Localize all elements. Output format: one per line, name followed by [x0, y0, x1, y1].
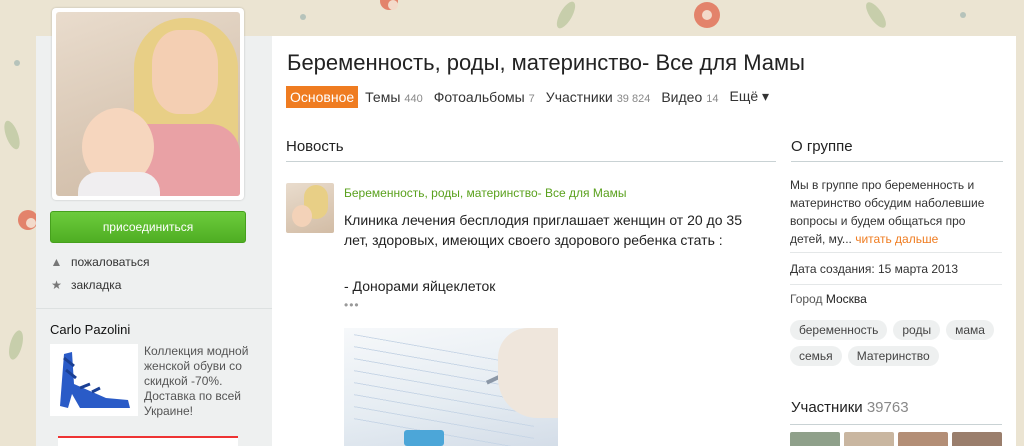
members-count: 39763	[866, 399, 909, 416]
tab-label: Участники	[545, 88, 613, 105]
member-avatar[interactable]	[952, 432, 1002, 446]
sidebar-divider	[36, 308, 272, 309]
tab-main[interactable]: Основное	[286, 85, 359, 108]
bookmark-label: закладка	[71, 278, 122, 292]
city-value[interactable]: Москва	[826, 292, 867, 306]
member-avatar[interactable]	[844, 432, 894, 446]
city-info: Город Москва	[790, 292, 867, 306]
avatar-photo	[56, 12, 240, 196]
post-author-link[interactable]: Беременность, роды, материнство- Все для…	[344, 186, 627, 200]
post-text-line[interactable]: - Донорами яйцеклеток	[344, 278, 495, 294]
members-title[interactable]: Участники 39763	[791, 399, 909, 416]
member-avatar[interactable]	[898, 432, 948, 446]
feed-section-title: Новость	[286, 138, 776, 162]
tab-video[interactable]: Видео 14	[657, 86, 722, 108]
join-button[interactable]: присоединиться	[50, 211, 246, 243]
member-avatars	[790, 432, 1002, 446]
warning-icon: ▲	[50, 255, 63, 269]
tab-count: 14	[706, 92, 719, 105]
post-author-avatar[interactable]	[286, 183, 334, 233]
member-avatar[interactable]	[790, 432, 840, 446]
tab-label: Видео	[661, 88, 703, 105]
dot-decoration	[300, 14, 306, 20]
tab-count: 39 824	[616, 92, 651, 105]
leaf-decoration	[553, 0, 579, 31]
city-label: Город	[790, 292, 823, 306]
leaf-decoration	[1, 118, 23, 152]
tab-label: Ещё ▾	[729, 88, 770, 104]
tab-topics[interactable]: Темы 440	[361, 86, 427, 108]
flower-decoration	[18, 210, 38, 230]
bookmark-link[interactable]: ★ закладка	[50, 278, 121, 292]
tag[interactable]: беременность	[790, 320, 888, 340]
tab-label: Основное	[290, 88, 355, 105]
tag[interactable]: Материнство	[847, 346, 939, 366]
ad-image[interactable]	[50, 344, 138, 416]
complain-link[interactable]: ▲ пожаловаться	[50, 255, 150, 269]
about-divider	[790, 284, 1002, 285]
ad-title[interactable]: Carlo Pazolini	[50, 322, 130, 337]
tag[interactable]: мама	[946, 320, 994, 340]
leaf-decoration	[6, 328, 26, 362]
shoe-icon	[60, 352, 130, 408]
star-icon: ★	[51, 278, 62, 292]
tab-label: Фотоальбомы	[433, 88, 525, 105]
group-avatar[interactable]	[52, 8, 244, 200]
post-text[interactable]: Клиника лечения бесплодия приглашает жен…	[344, 210, 764, 250]
tab-photoalbums[interactable]: Фотоальбомы 7	[430, 86, 539, 108]
post-image[interactable]	[344, 328, 558, 446]
read-more-link[interactable]: читать дальше	[855, 232, 938, 246]
dot-decoration	[14, 60, 20, 66]
tag[interactable]: семья	[790, 346, 842, 366]
tab-count: 7	[528, 92, 535, 105]
tab-more[interactable]: Ещё ▾	[726, 85, 774, 108]
ad-text[interactable]: Коллекция модной женской обуви со скидко…	[144, 344, 256, 419]
members-label: Участники	[791, 399, 863, 416]
tab-count: 440	[404, 92, 423, 105]
complain-label: пожаловаться	[71, 255, 150, 269]
creation-date: Дата создания: 15 марта 2013	[790, 262, 959, 276]
tab-members[interactable]: Участники 39 824	[542, 86, 655, 108]
leaf-decoration	[862, 0, 890, 31]
members-divider	[790, 424, 1002, 425]
second-ad[interactable]	[58, 436, 238, 446]
post-more-dots[interactable]: •••	[344, 298, 360, 312]
tag-list: беременность роды мама семья Материнство	[790, 320, 1010, 366]
flower-decoration	[380, 0, 398, 10]
about-description: Мы в группе про беременность и материнст…	[790, 176, 990, 248]
group-tabs: Основное Темы 440 Фотоальбомы 7 Участник…	[286, 85, 776, 108]
page-title: Беременность, роды, материнство- Все для…	[287, 50, 805, 75]
about-divider	[790, 252, 1002, 253]
about-section-title: О группе	[791, 138, 1003, 162]
tab-label: Темы	[365, 88, 401, 105]
flower-decoration	[694, 2, 720, 28]
tag[interactable]: роды	[893, 320, 941, 340]
dot-decoration	[960, 12, 966, 18]
